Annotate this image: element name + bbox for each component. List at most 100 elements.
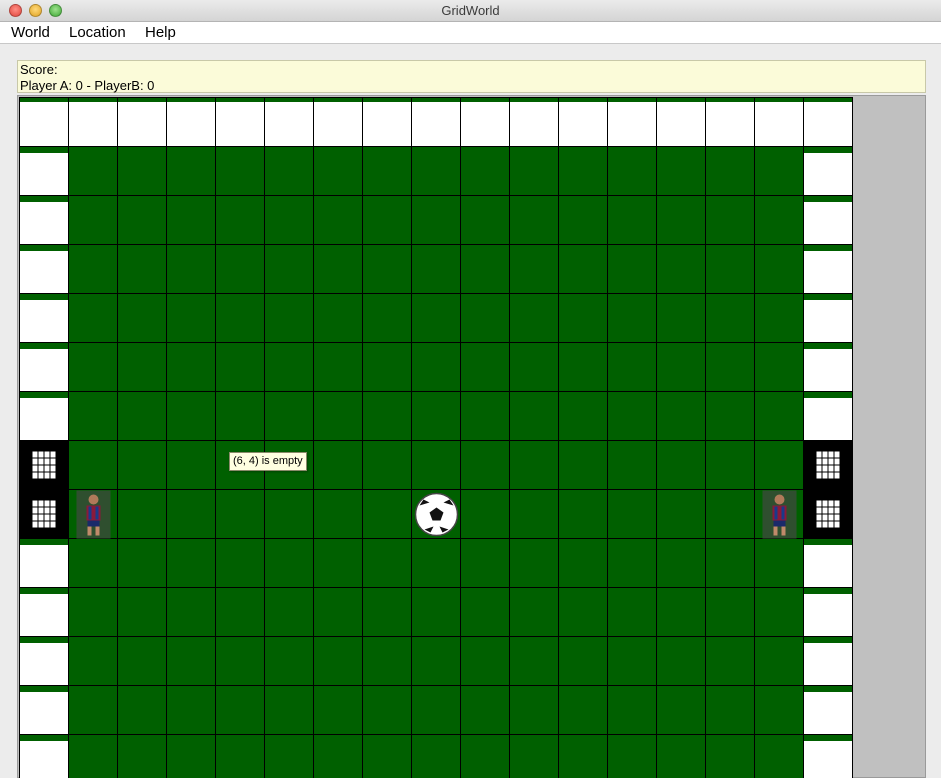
field-cell[interactable]	[363, 196, 411, 244]
field-cell[interactable]	[706, 637, 754, 685]
field-cell[interactable]	[657, 539, 705, 587]
field-cell[interactable]	[559, 343, 607, 391]
wall-cell[interactable]	[265, 102, 313, 146]
field-cell[interactable]	[69, 392, 117, 440]
field-cell[interactable]	[706, 294, 754, 342]
field-cell[interactable]	[412, 245, 460, 293]
field-cell[interactable]	[216, 637, 264, 685]
field-cell[interactable]	[216, 294, 264, 342]
field-cell[interactable]	[461, 490, 509, 538]
field-cell[interactable]	[69, 147, 117, 195]
field-cell[interactable]	[314, 245, 362, 293]
field-cell[interactable]	[706, 245, 754, 293]
wall-cell[interactable]	[804, 643, 852, 685]
field-cell[interactable]	[314, 196, 362, 244]
field-cell[interactable]	[657, 245, 705, 293]
field-cell[interactable]	[755, 686, 803, 734]
field-cell[interactable]	[412, 147, 460, 195]
field-cell[interactable]	[608, 441, 656, 489]
field-cell[interactable]	[412, 294, 460, 342]
field-cell[interactable]	[657, 637, 705, 685]
field-cell[interactable]	[755, 441, 803, 489]
field-cell[interactable]	[216, 539, 264, 587]
wall-cell[interactable]	[20, 692, 68, 734]
wall-cell[interactable]	[804, 251, 852, 293]
field-cell[interactable]	[706, 441, 754, 489]
field-cell[interactable]	[314, 588, 362, 636]
field-cell[interactable]	[363, 539, 411, 587]
wall-cell[interactable]	[167, 102, 215, 146]
field-cell[interactable]	[363, 637, 411, 685]
field-cell[interactable]	[461, 735, 509, 778]
field-cell[interactable]	[265, 392, 313, 440]
field-cell[interactable]	[559, 392, 607, 440]
field-cell[interactable]	[657, 686, 705, 734]
field-cell[interactable]	[265, 343, 313, 391]
field-cell[interactable]	[510, 147, 558, 195]
field-cell[interactable]	[608, 343, 656, 391]
field-cell[interactable]	[461, 343, 509, 391]
field-cell[interactable]	[412, 735, 460, 778]
field-cell[interactable]	[755, 147, 803, 195]
field-cell[interactable]	[608, 196, 656, 244]
field-cell[interactable]	[608, 539, 656, 587]
field-cell[interactable]	[657, 735, 705, 778]
field-cell[interactable]	[559, 588, 607, 636]
field-cell[interactable]	[167, 147, 215, 195]
wall-cell[interactable]	[20, 594, 68, 636]
field-cell[interactable]	[314, 686, 362, 734]
field-cell[interactable]	[461, 441, 509, 489]
wall-cell[interactable]	[804, 545, 852, 587]
field-cell[interactable]	[118, 392, 166, 440]
field-cell[interactable]	[167, 588, 215, 636]
wall-cell[interactable]	[20, 251, 68, 293]
field-cell[interactable]	[461, 588, 509, 636]
wall-cell[interactable]	[804, 398, 852, 440]
wall-cell[interactable]	[804, 349, 852, 391]
field-cell[interactable]	[167, 490, 215, 538]
field-cell[interactable]	[363, 392, 411, 440]
field-cell[interactable]	[167, 539, 215, 587]
wall-cell[interactable]	[510, 102, 558, 146]
wall-cell[interactable]	[804, 741, 852, 778]
field-cell[interactable]	[706, 343, 754, 391]
field-cell[interactable]	[706, 196, 754, 244]
wall-cell[interactable]	[804, 102, 852, 146]
field-cell[interactable]	[510, 441, 558, 489]
field-cell[interactable]	[167, 294, 215, 342]
field-cell[interactable]	[363, 735, 411, 778]
field-cell[interactable]	[461, 196, 509, 244]
field-cell[interactable]	[118, 441, 166, 489]
field-cell[interactable]	[412, 539, 460, 587]
field-cell[interactable]	[755, 735, 803, 778]
field-cell[interactable]	[216, 686, 264, 734]
field-cell[interactable]	[216, 196, 264, 244]
field-cell[interactable]	[461, 147, 509, 195]
field-cell[interactable]	[657, 588, 705, 636]
field-cell[interactable]	[608, 686, 656, 734]
field-cell[interactable]	[755, 196, 803, 244]
field-cell[interactable]	[461, 637, 509, 685]
field-cell[interactable]	[755, 637, 803, 685]
field-cell[interactable]	[167, 392, 215, 440]
field-cell[interactable]	[265, 147, 313, 195]
field-cell[interactable]	[363, 147, 411, 195]
wall-cell[interactable]	[412, 102, 460, 146]
wall-cell[interactable]	[657, 102, 705, 146]
wall-cell[interactable]	[363, 102, 411, 146]
field-cell[interactable]	[412, 343, 460, 391]
field-cell[interactable]	[559, 147, 607, 195]
field-cell[interactable]	[118, 196, 166, 244]
wall-cell[interactable]	[461, 102, 509, 146]
field-cell[interactable]	[363, 294, 411, 342]
field-cell[interactable]	[412, 637, 460, 685]
field-cell[interactable]	[559, 637, 607, 685]
field-cell[interactable]	[265, 637, 313, 685]
field-cell[interactable]	[69, 637, 117, 685]
field-cell[interactable]	[510, 343, 558, 391]
wall-cell[interactable]	[20, 741, 68, 778]
field-cell[interactable]	[265, 294, 313, 342]
field-cell[interactable]	[559, 686, 607, 734]
wall-cell[interactable]	[20, 398, 68, 440]
wall-cell[interactable]	[216, 102, 264, 146]
